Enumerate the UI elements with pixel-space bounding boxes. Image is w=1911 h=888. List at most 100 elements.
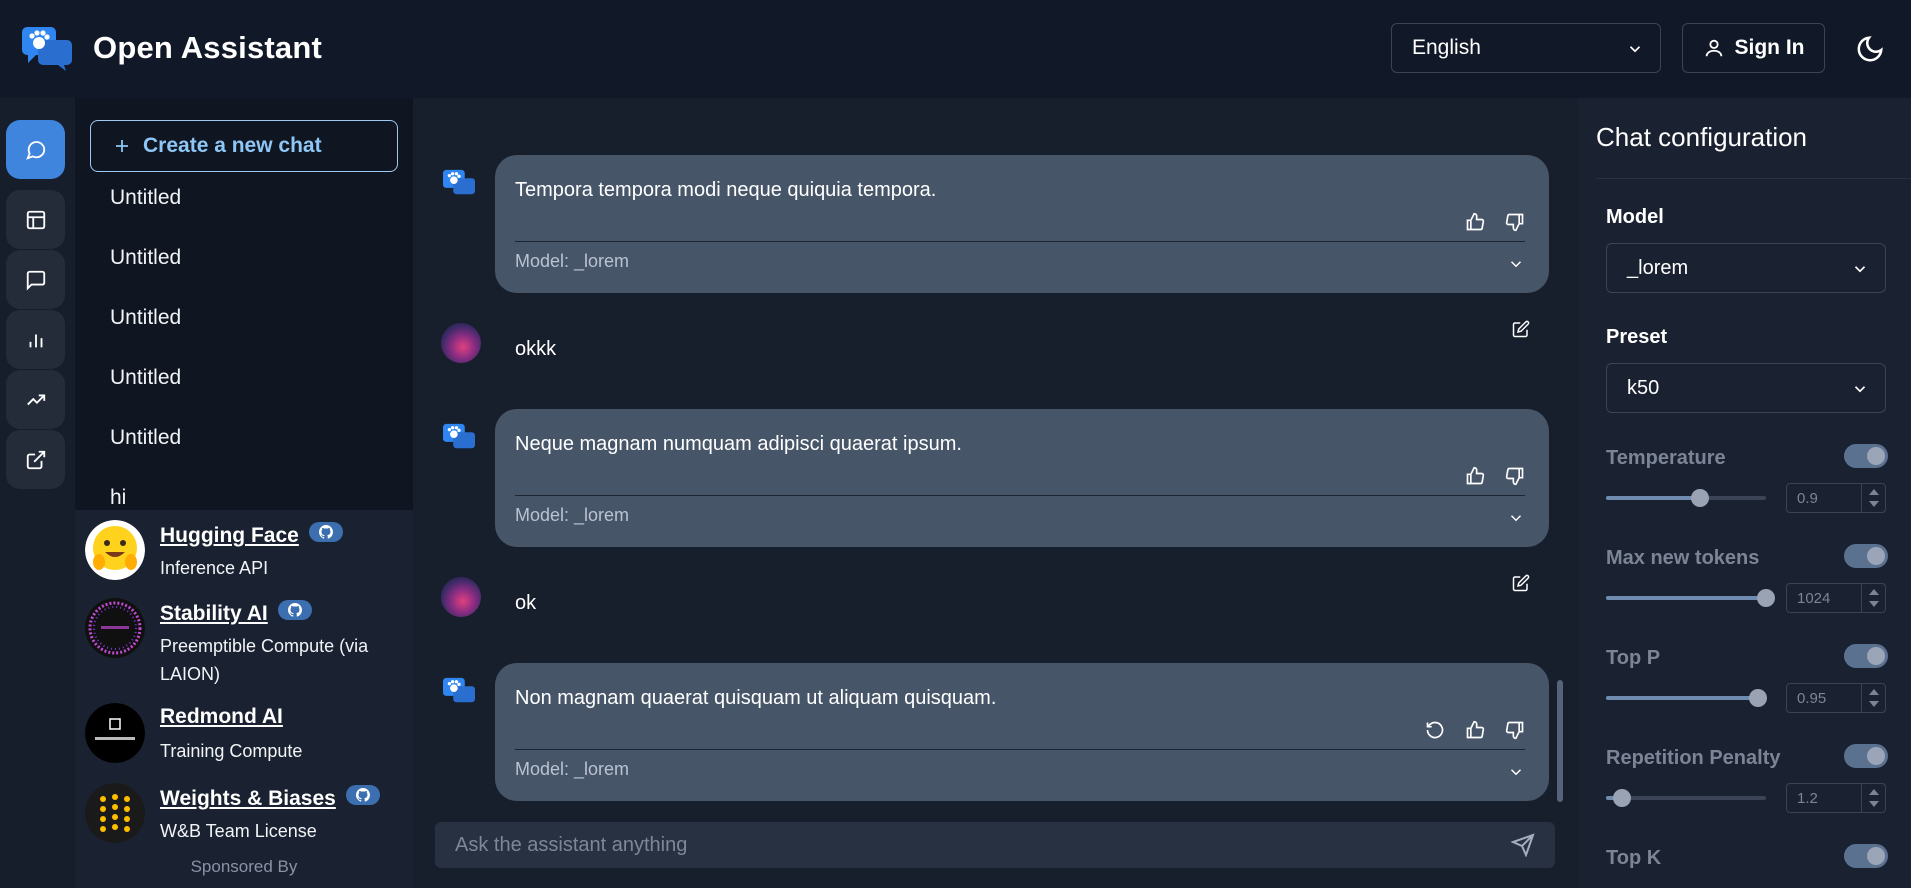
temperature-slider[interactable] — [1606, 489, 1766, 507]
nav-trending-button[interactable] — [6, 370, 65, 429]
temperature-input[interactable]: 0.9 — [1786, 483, 1886, 513]
sponsored-by-label: Sponsored By — [190, 857, 298, 876]
repetition-penalty-label: Repetition Penalty — [1606, 747, 1781, 769]
user-icon — [1705, 39, 1722, 57]
divider — [515, 495, 1525, 496]
temperature-value: 0.9 — [1797, 490, 1818, 507]
temperature-toggle[interactable] — [1844, 444, 1888, 468]
top-p-slider[interactable] — [1606, 689, 1767, 707]
sponsor-name[interactable]: Redmond AI — [160, 705, 283, 729]
github-icon[interactable] — [308, 522, 343, 542]
model-value: _lorem — [1627, 256, 1689, 279]
repetition-penalty-slider[interactable] — [1606, 789, 1766, 807]
github-icon[interactable] — [345, 785, 380, 805]
sponsor-description: W&B Team License — [160, 821, 317, 841]
top-p-input[interactable]: 0.95 — [1786, 683, 1886, 713]
chat-list-item[interactable]: Untitled — [110, 306, 181, 330]
repetition-penalty-value: 1.2 — [1797, 790, 1818, 807]
max-new-tokens-input[interactable]: 1024 — [1786, 583, 1886, 613]
sponsor-description: Inference API — [160, 558, 269, 578]
chevron-down-icon — [1854, 386, 1866, 393]
nav-messages-button[interactable] — [6, 250, 65, 309]
language-select[interactable]: English — [1391, 23, 1661, 73]
chevron-down-icon[interactable] — [1507, 763, 1525, 781]
model-label: Model — [1606, 206, 1664, 228]
max-new-tokens-label: Max new tokens — [1606, 547, 1760, 569]
assistant-message: Tempora tempora modi neque quiquia tempo… — [495, 155, 1549, 293]
thumbs-down-icon[interactable] — [1505, 212, 1525, 232]
edit-icon[interactable] — [1512, 320, 1530, 338]
top-p-toggle[interactable] — [1844, 644, 1888, 668]
layout-icon — [26, 210, 45, 229]
send-icon[interactable] — [1511, 833, 1535, 857]
moon-icon[interactable] — [1855, 34, 1885, 64]
sponsor-link[interactable]: Stability AI — [160, 600, 312, 626]
chat-main: Tempora tempora modi neque quiquia tempo… — [413, 98, 1578, 888]
create-new-chat-label: Create a new chat — [143, 134, 322, 157]
app-title[interactable]: Open Assistant — [93, 30, 322, 66]
max-new-tokens-value: 1024 — [1797, 590, 1831, 607]
nav-external-link-button[interactable] — [6, 430, 65, 489]
chat-scrollbar[interactable] — [1557, 680, 1563, 802]
chat-list-item[interactable]: Untitled — [110, 186, 181, 210]
sponsor-link[interactable]: Weights & Biases — [160, 785, 380, 811]
nav-stats-button[interactable] — [6, 310, 65, 369]
chat-bubble-icon — [25, 140, 45, 160]
regenerate-icon[interactable] — [1425, 720, 1445, 740]
create-new-chat-button[interactable]: Create a new chat — [90, 120, 398, 172]
chevron-down-icon — [1629, 46, 1641, 53]
top-k-label: Top K — [1606, 847, 1662, 869]
sign-in-button[interactable]: Sign In — [1682, 23, 1825, 73]
sponsor-description: Preemptible Compute (via LAION) — [160, 636, 369, 684]
chat-input[interactable] — [455, 822, 1495, 868]
trending-up-icon — [26, 394, 45, 405]
user-avatar — [441, 323, 481, 363]
repetition-penalty-toggle[interactable] — [1844, 744, 1888, 768]
divider — [1596, 178, 1911, 179]
nav-rail — [0, 98, 75, 888]
preset-value: k50 — [1627, 376, 1660, 399]
top-p-value: 0.95 — [1797, 690, 1827, 707]
stability-ai-logo — [85, 598, 145, 658]
edit-icon[interactable] — [1512, 574, 1530, 592]
chat-list-item[interactable]: hi — [110, 486, 126, 510]
max-new-tokens-slider[interactable] — [1606, 589, 1775, 607]
sponsor-name: Weights & Biases — [160, 787, 336, 810]
max-new-tokens-toggle[interactable] — [1844, 544, 1888, 568]
sponsor-link[interactable]: Hugging Face — [160, 522, 343, 548]
message-model: Model: _lorem — [515, 251, 630, 271]
divider — [515, 749, 1525, 750]
config-title: Chat configuration — [1596, 122, 1808, 152]
nav-chat-button[interactable] — [6, 120, 65, 179]
redmond-ai-logo — [85, 703, 145, 763]
top-bar: Open Assistant English Sign In — [0, 0, 1911, 98]
thumbs-down-icon[interactable] — [1505, 466, 1525, 486]
github-icon[interactable] — [277, 600, 312, 620]
chevron-down-icon[interactable] — [1507, 509, 1525, 527]
chat-list-item[interactable]: Untitled — [110, 426, 181, 450]
top-p-label: Top P — [1606, 647, 1661, 669]
nav-dashboard-button[interactable] — [6, 190, 65, 249]
chat-list-item[interactable]: Untitled — [110, 366, 181, 390]
sponsors-panel: Hugging Face Inference API Stability AI … — [75, 510, 413, 888]
open-assistant-logo[interactable] — [22, 27, 72, 71]
message-text: okkk — [515, 338, 557, 360]
message-model: Model: _lorem — [515, 759, 630, 779]
weights-biases-logo — [85, 783, 145, 843]
model-select[interactable]: _lorem — [1606, 243, 1886, 293]
thumbs-up-icon[interactable] — [1465, 720, 1485, 740]
plus-icon — [116, 140, 128, 152]
thumbs-down-icon[interactable] — [1505, 720, 1525, 740]
assistant-avatar — [443, 169, 475, 195]
top-k-toggle[interactable] — [1844, 844, 1888, 868]
preset-select[interactable]: k50 — [1606, 363, 1886, 413]
thumbs-up-icon[interactable] — [1465, 466, 1485, 486]
repetition-penalty-input[interactable]: 1.2 — [1786, 783, 1886, 813]
chat-list-item[interactable]: Untitled — [110, 246, 181, 270]
divider — [515, 241, 1525, 242]
message-text: Neque magnam numquam adipisci quaerat ip… — [515, 433, 962, 455]
thumbs-up-icon[interactable] — [1465, 212, 1485, 232]
sponsor-name: Hugging Face — [160, 524, 299, 547]
message-model: Model: _lorem — [515, 505, 630, 525]
chevron-down-icon[interactable] — [1507, 255, 1525, 273]
